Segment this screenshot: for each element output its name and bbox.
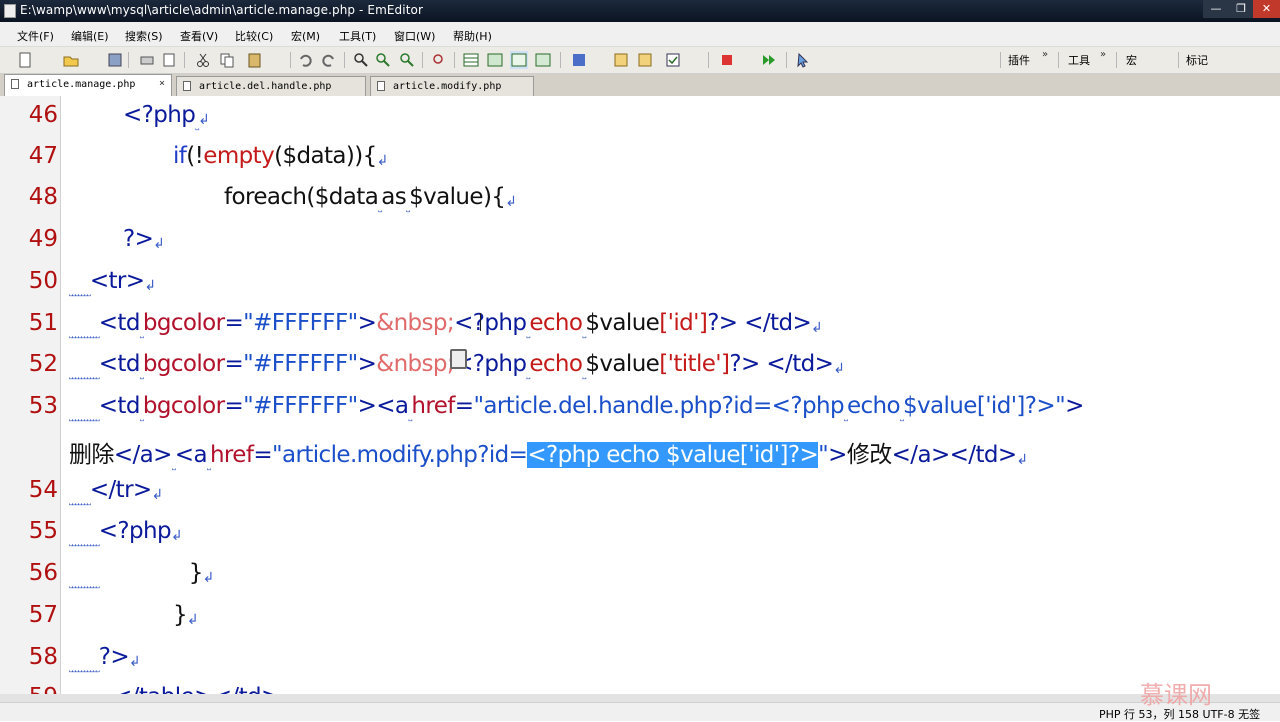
find-prev-icon[interactable]	[398, 51, 416, 69]
menu-bar: 文件(F) 编辑(E) 搜索(S) 查看(V) 比较(C) 宏(M) 工具(T)…	[0, 22, 1280, 47]
code-line-47: if(!empty($data)){↲	[173, 143, 388, 169]
menu-edit[interactable]: 编辑(E)	[71, 28, 109, 44]
macros-toolbar-label[interactable]: 宏	[1126, 52, 1137, 68]
line-number: 47	[28, 143, 58, 169]
php-file-icon	[377, 81, 385, 91]
grid-view-icon[interactable]	[462, 51, 480, 69]
code-line-51: ˽˽˽˽˽˽˽˽˽˽<td˽bgcolor="#FFFFFF">&nbsp;<?…	[69, 310, 823, 339]
text-cursor-icon	[480, 313, 489, 331]
watermark-logo: 慕课网	[1140, 681, 1212, 709]
pointer-tool-icon[interactable]	[794, 51, 812, 69]
record-macro-icon[interactable]	[718, 51, 736, 69]
menu-tools[interactable]: 工具(T)	[339, 28, 376, 44]
code-line-53: ˽˽˽˽˽˽˽˽˽˽<td˽bgcolor="#FFFFFF"><a˽href=…	[69, 393, 1084, 422]
code-line-58: ˽˽˽˽˽˽˽˽˽˽?>↲	[69, 644, 141, 673]
copy-icon[interactable]	[218, 51, 236, 69]
php-file-icon	[183, 81, 191, 91]
tab-label: article.manage.php	[27, 79, 136, 90]
config-icon[interactable]	[612, 51, 630, 69]
selected-text: <?php echo $value['id']?>	[527, 442, 819, 468]
minimize-button[interactable]: —	[1203, 0, 1229, 18]
code-line-53-wrap: 删除</a>˽<a˽href="article.modify.php?id=<?…	[69, 442, 1028, 471]
line-number: 51	[28, 310, 58, 336]
window-tile-icon[interactable]	[486, 51, 504, 69]
code-line-55: ˽˽˽˽˽˽˽˽˽˽<?php↲	[69, 518, 183, 547]
line-number: 53	[28, 393, 58, 419]
code-line-54: ˽˽˽˽˽˽˽</tr>↲	[69, 477, 163, 506]
menu-macro[interactable]: 宏(M)	[291, 28, 320, 44]
cut-icon[interactable]	[194, 51, 212, 69]
print-icon[interactable]	[138, 51, 156, 69]
code-line-50: ˽˽˽˽˽˽˽<tr>↲	[69, 268, 156, 297]
tab-label: article.modify.php	[393, 81, 502, 92]
line-number: 55	[28, 518, 58, 544]
line-number: 49	[28, 226, 58, 252]
save-icon[interactable]	[106, 51, 124, 69]
title-bar: E:\wamp\www\mysql\article\admin\article.…	[0, 0, 1280, 22]
font-icon[interactable]	[570, 51, 588, 69]
open-folder-icon[interactable]	[62, 51, 80, 69]
app-icon	[4, 4, 16, 18]
line-number: 58	[28, 644, 58, 670]
maximize-button[interactable]: ❐	[1229, 0, 1253, 18]
toolbar: 插件 » 工具 » 宏 标记	[0, 47, 1280, 74]
properties-icon[interactable]	[636, 51, 654, 69]
paste-icon[interactable]	[246, 51, 264, 69]
code-line-59: </table></td>	[113, 684, 280, 694]
markers-toolbar-label[interactable]: 标记	[1186, 52, 1208, 68]
tab-article-manage[interactable]: article.manage.php ×	[4, 74, 172, 96]
line-number: 57	[28, 602, 58, 628]
undo-icon[interactable]	[296, 51, 314, 69]
tools-toolbar-label[interactable]: 工具	[1068, 52, 1090, 68]
find-next-icon[interactable]	[374, 51, 392, 69]
line-number: 50	[28, 268, 58, 294]
code-line-56: ˽˽˽˽˽˽˽˽˽˽}↲	[69, 560, 215, 589]
redo-icon[interactable]	[320, 51, 338, 69]
line-number: 59	[0, 684, 58, 694]
tab-article-del-handle[interactable]: article.del.handle.php	[176, 76, 366, 96]
line-number: 48	[28, 184, 58, 210]
menu-search[interactable]: 搜索(S)	[125, 28, 163, 44]
new-file-icon[interactable]	[16, 51, 34, 69]
line-number: 46	[28, 102, 58, 128]
line-number-gutter: 46 47 48 49 50 51 52 53 54 55 56 57 58 5…	[0, 96, 61, 694]
code-line-49: ?>↲	[123, 226, 165, 252]
menu-window[interactable]: 窗口(W)	[394, 28, 435, 44]
document-tab-bar: article.manage.php × article.del.handle.…	[0, 74, 1280, 97]
code-line-46: <?php˽↲	[123, 102, 210, 131]
plugins-toolbar-label[interactable]: 插件	[1008, 52, 1030, 68]
tab-label: article.del.handle.php	[199, 81, 332, 92]
menu-file[interactable]: 文件(F)	[17, 28, 54, 44]
run-macro-icon[interactable]	[760, 51, 778, 69]
line-number: 56	[28, 560, 58, 586]
menu-help[interactable]: 帮助(H)	[453, 28, 492, 44]
php-file-icon	[11, 79, 19, 89]
fullscreen-icon[interactable]	[534, 51, 552, 69]
window-title: E:\wamp\www\mysql\article\admin\article.…	[20, 3, 423, 17]
wrap-icon[interactable]	[510, 51, 528, 69]
code-editor[interactable]: <?php˽↲ if(!empty($data)){↲ foreach($dat…	[61, 96, 1280, 694]
close-button[interactable]: ✕	[1253, 0, 1280, 18]
chevron-icon[interactable]: »	[1042, 49, 1048, 60]
mouse-cursor-icon	[450, 349, 467, 369]
menu-view[interactable]: 查看(V)	[180, 28, 218, 44]
chevron-icon[interactable]: »	[1100, 49, 1106, 60]
code-line-48: foreach($data˽as˽$value){↲	[224, 184, 517, 213]
close-tab-icon[interactable]: ×	[159, 78, 165, 89]
checklist-icon[interactable]	[664, 51, 682, 69]
line-number: 52	[28, 351, 58, 377]
find-icon[interactable]	[352, 51, 370, 69]
horizontal-scrollbar[interactable]	[0, 694, 1280, 702]
replace-icon[interactable]	[430, 51, 448, 69]
status-bar: PHP 行 53，列 158 UTF-8 无签	[0, 702, 1280, 721]
print-preview-icon[interactable]	[160, 51, 178, 69]
tab-article-modify[interactable]: article.modify.php	[370, 76, 534, 96]
line-number: 54	[28, 477, 58, 503]
code-line-57: }↲	[173, 602, 199, 628]
menu-compare[interactable]: 比较(C)	[235, 28, 273, 44]
